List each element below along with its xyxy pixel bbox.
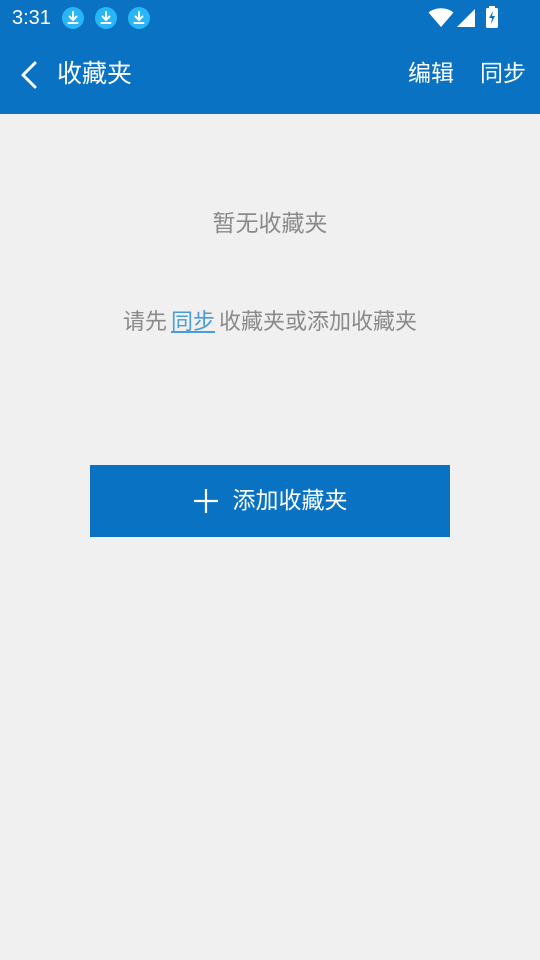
back-arrow-icon[interactable]	[8, 54, 50, 96]
download-icon	[95, 7, 117, 29]
page-title: 收藏夹	[57, 59, 133, 88]
signal-icon	[457, 9, 475, 27]
download-icon	[62, 7, 84, 29]
status-bar: 3:31	[0, 0, 540, 36]
status-time: 3:31	[12, 7, 51, 29]
edit-button[interactable]: 编辑	[408, 57, 454, 91]
hint-suffix: 收藏夹或添加收藏夹	[219, 310, 418, 335]
main-content: 暂无收藏夹 请先 同步 收藏夹或添加收藏夹 添加收藏夹	[0, 114, 540, 960]
add-favorites-button[interactable]: 添加收藏夹	[90, 465, 450, 537]
download-icon	[128, 7, 150, 29]
hint-prefix: 请先	[122, 310, 167, 335]
sync-link[interactable]: 同步	[171, 310, 215, 335]
wifi-icon	[428, 8, 454, 27]
sync-button[interactable]: 同步	[480, 57, 526, 91]
empty-state-title: 暂无收藏夹	[212, 211, 328, 237]
battery-charging-icon	[486, 6, 498, 28]
plus-icon	[193, 489, 218, 513]
add-favorites-label: 添加收藏夹	[232, 488, 348, 514]
app-bar: 收藏夹 编辑 同步	[0, 36, 540, 114]
empty-state-hint: 请先 同步 收藏夹或添加收藏夹	[0, 307, 540, 339]
